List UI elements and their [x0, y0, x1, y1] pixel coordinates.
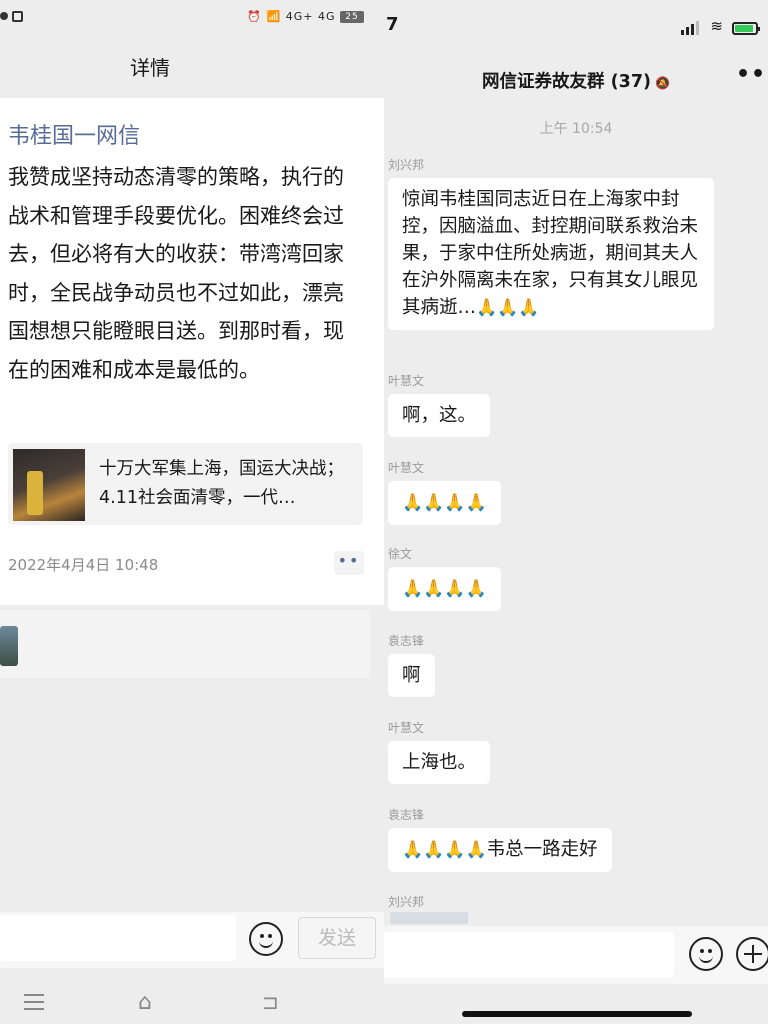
battery-icon — [732, 22, 760, 35]
message-bubble[interactable]: 🙏🙏🙏🙏 — [388, 481, 501, 525]
home-icon[interactable]: ⌂ — [138, 990, 152, 1015]
link-title: 十万大军集上海，国运大决战；4.11社会面清零，一代… — [99, 459, 344, 508]
notification-dot-icon — [0, 12, 8, 20]
image-message[interactable] — [390, 912, 468, 924]
pray-emoji: 🙏🙏🙏🙏 — [402, 579, 487, 599]
sender-name: 刘兴邦 — [388, 158, 425, 172]
emoji-icon[interactable] — [689, 937, 723, 971]
sender-name: 叶慧文 — [388, 461, 425, 475]
message-text: 惊闻韦桂国同志近日在上海家中封控，因脑溢血、封控期间联系救治未果，于家中住所处病… — [402, 189, 699, 318]
sender-name: 袁志锋 — [388, 808, 425, 822]
back-icon[interactable]: ⊐ — [262, 990, 279, 1014]
message-bubble[interactable]: 🙏🙏🙏🙏 — [388, 567, 501, 611]
send-button[interactable]: 发送 — [298, 917, 376, 959]
emoji-icon[interactable] — [249, 922, 283, 956]
moments-detail-pane: ⏰ 📶 4G+ 4G 25 详情 韦桂国一网信 我赞成坚持动态清零的策略，执行的… — [0, 0, 384, 1024]
home-indicator[interactable] — [462, 1011, 692, 1017]
sender-name: 叶慧文 — [388, 374, 425, 388]
message-bubble[interactable]: 上海也。 — [388, 741, 491, 784]
group-name: 网信证券故友群 (37) — [482, 72, 651, 92]
mute-icon: 🔕 — [655, 76, 670, 90]
chat-title: 网信证券故友群 (37) 🔕 — [384, 68, 768, 93]
message-input[interactable] — [384, 932, 674, 978]
post-date: 2022年4月4日 10:48 — [8, 556, 159, 574]
message-text: 韦总一路走好 — [486, 839, 598, 860]
message-bubble[interactable]: 啊，这。 — [388, 394, 491, 437]
status-bar: ⏰ 📶 4G+ 4G 25 — [0, 0, 384, 38]
group-chat-pane: 7 ≋ 网信证券故友群 (37) 🔕 ••• 上午 10:54 刘兴邦 惊闻韦桂国… — [384, 0, 768, 1024]
message-text: 啊，这。 — [402, 405, 477, 426]
battery-icon: 25 — [340, 11, 364, 23]
avatar[interactable] — [0, 626, 18, 666]
message-bubble[interactable]: 🙏🙏🙏🙏韦总一路走好 — [388, 828, 612, 872]
status-icons-text: ⏰ 📶 4G+ 4G — [247, 10, 336, 23]
menu-icon[interactable] — [24, 994, 44, 1010]
sender-name: 叶慧文 — [388, 721, 425, 735]
wifi-icon: ≋ — [710, 17, 723, 35]
notification-box-icon — [12, 11, 23, 22]
likes-section — [0, 610, 370, 678]
status-time: 7 — [386, 14, 399, 35]
message-bubble[interactable]: 啊 — [388, 654, 435, 697]
message-text: 啊 — [402, 665, 421, 686]
pray-emoji: 🙏🙏🙏🙏 — [402, 840, 487, 860]
pray-emoji: 🙏🙏🙏🙏 — [402, 493, 487, 513]
more-icon[interactable]: ••• — [736, 62, 768, 87]
sender-name: 袁志锋 — [388, 634, 425, 648]
link-thumbnail — [13, 449, 85, 521]
signal-icon — [681, 16, 706, 35]
status-icons: ⏰ 📶 4G+ 4G 25 — [247, 10, 364, 23]
more-options-button[interactable]: •• — [334, 551, 364, 575]
post-body: 我赞成坚持动态清零的策略，执行的战术和管理手段要优化。困难终会过去，但必将有大的… — [8, 165, 344, 382]
message-timestamp: 上午 10:54 — [539, 121, 613, 137]
message-text: 上海也。 — [402, 752, 477, 773]
sender-name: 徐文 — [388, 547, 413, 561]
page-title: 详情 — [130, 56, 170, 80]
status-icons: ≋ — [681, 16, 760, 35]
message-bubble[interactable]: 惊闻韦桂国同志近日在上海家中封控，因脑溢血、封控期间联系救治未果，于家中住所处病… — [388, 178, 714, 330]
add-icon[interactable] — [736, 937, 768, 971]
pray-emoji: 🙏🙏🙏 — [476, 298, 540, 318]
android-nav-bar — [0, 980, 384, 1024]
comment-input[interactable] — [0, 915, 236, 961]
post-author[interactable]: 韦桂国一网信 — [8, 118, 140, 150]
sender-name: 刘兴邦 — [388, 895, 425, 909]
